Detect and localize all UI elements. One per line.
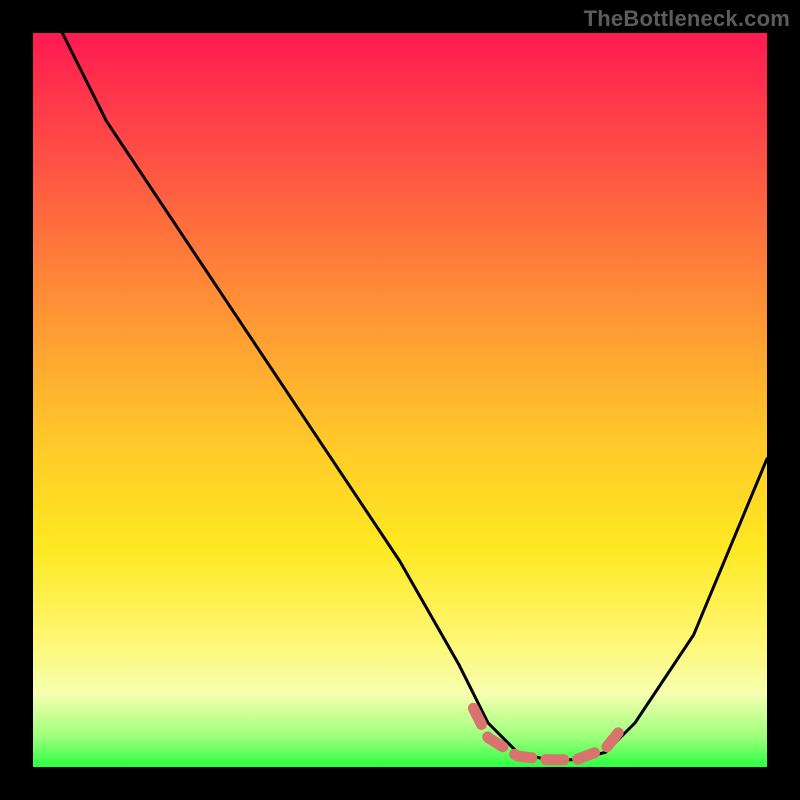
watermark-label: TheBottleneck.com (584, 6, 790, 32)
bottleneck-curve (62, 33, 767, 760)
plot-area (33, 33, 767, 767)
chart-frame: TheBottleneck.com (0, 0, 800, 800)
chart-svg (33, 33, 767, 767)
highlight-segment (473, 708, 620, 759)
